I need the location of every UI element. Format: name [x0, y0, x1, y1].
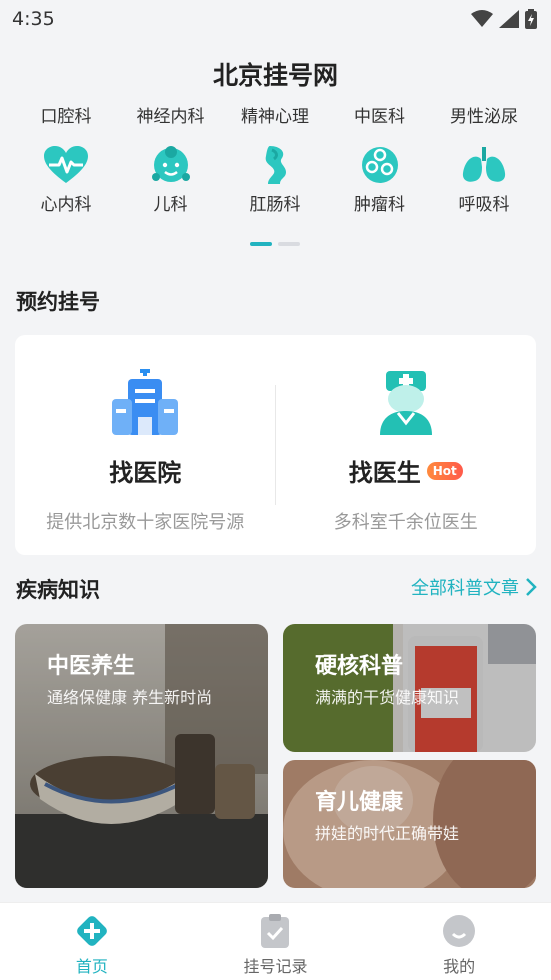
nav-profile-label: 我的 [443, 957, 476, 976]
dept-proctology[interactable]: 肛肠科 [223, 144, 327, 215]
tile-tcm-wellness[interactable]: 中医养生 通络保健康 养生新时尚 [15, 624, 268, 888]
department-icon-row: 心内科 儿科 肛肠科 肿瘤科 呼吸科 [14, 144, 536, 215]
department-text-row: 口腔科 神经内科 精神心理 中医科 男性泌尿 [14, 102, 536, 127]
dept-oncology[interactable]: 肿瘤科 [328, 144, 432, 215]
dept-label: 肛肠科 [249, 195, 301, 215]
intestine-icon [251, 144, 299, 186]
heart-icon [42, 144, 90, 186]
baby-icon [147, 144, 195, 186]
dept-pediatrics[interactable]: 儿科 [119, 144, 223, 215]
status-icons [471, 9, 537, 29]
tile-parenting-health[interactable]: 育儿健康 拼娃的时代正确带娃 [283, 760, 536, 888]
dept-label: 儿科 [153, 195, 188, 215]
home-plus-icon [76, 916, 107, 946]
nav-records[interactable]: 挂号记录 [205, 913, 345, 977]
nav-profile[interactable]: 我的 [389, 913, 529, 977]
dept-label: 心内科 [40, 195, 92, 215]
hot-badge: Hot [426, 461, 463, 480]
booking-card: 找医院 提供北京数十家医院号源 找医生 Hot 多科室千余位医生 [15, 335, 536, 555]
dept-stomatology[interactable]: 口腔科 [14, 102, 118, 127]
find-hospital-title: 找医院 [109, 459, 182, 487]
tile-title: 中医养生 [47, 654, 136, 679]
nav-home-label: 首页 [75, 957, 108, 976]
find-doctor-button[interactable]: 找医生 Hot 多科室千余位医生 [276, 335, 537, 555]
booking-divider [275, 385, 276, 505]
all-articles-label: 全部科普文章 [411, 578, 519, 599]
dept-urology[interactable]: 男性泌尿 [432, 102, 536, 127]
tile-subtitle: 拼娃的时代正确带娃 [315, 824, 460, 843]
dept-cardiology[interactable]: 心内科 [14, 144, 118, 215]
nav-records-label: 挂号记录 [243, 957, 308, 976]
clipboard-check-icon [261, 914, 290, 948]
tile-title: 硬核科普 [315, 654, 404, 679]
signal-icon [499, 10, 519, 28]
all-articles-link[interactable]: 全部科普文章 [411, 574, 537, 600]
page-dot [278, 242, 300, 246]
booking-section-title: 预约挂号 [16, 290, 100, 314]
find-hospital-button[interactable]: 找医院 提供北京数十家医院号源 [15, 335, 276, 555]
wifi-icon [471, 10, 493, 27]
page-dot-active [250, 242, 272, 246]
tile-subtitle: 满满的干货健康知识 [315, 688, 460, 707]
profile-icon [443, 915, 476, 947]
app-title: 北京挂号网 [212, 61, 338, 90]
dept-label: 呼吸科 [458, 195, 510, 215]
doctor-icon [379, 371, 432, 435]
chevron-right-icon [526, 578, 537, 596]
hospital-icon [112, 369, 179, 435]
page-indicator [250, 242, 300, 246]
tile-title: 育儿健康 [315, 790, 404, 815]
dept-label: 肿瘤科 [354, 195, 405, 215]
tile-subtitle: 通络保健康 养生新时尚 [47, 688, 213, 707]
bottom-nav: 首页 挂号记录 我的 [0, 902, 551, 980]
nav-home[interactable]: 首页 [22, 913, 162, 977]
dept-respiratory[interactable]: 呼吸科 [432, 144, 536, 215]
cells-icon [356, 144, 404, 186]
find-hospital-desc: 提供北京数十家医院号源 [46, 512, 245, 533]
tile-health-science[interactable]: 硬核科普 满满的干货健康知识 [283, 624, 536, 752]
dept-neurology[interactable]: 神经内科 [119, 102, 223, 127]
dept-psychiatry[interactable]: 精神心理 [223, 102, 327, 127]
lungs-icon [460, 144, 508, 186]
status-time: 4:35 [12, 8, 55, 30]
find-doctor-title: 找医生 [348, 459, 421, 487]
battery-icon [525, 9, 537, 29]
knowledge-section-title: 疾病知识 [16, 578, 100, 602]
dept-tcm[interactable]: 中医科 [328, 102, 432, 127]
status-bar: 4:35 [0, 0, 551, 38]
find-doctor-desc: 多科室千余位医生 [333, 512, 478, 533]
